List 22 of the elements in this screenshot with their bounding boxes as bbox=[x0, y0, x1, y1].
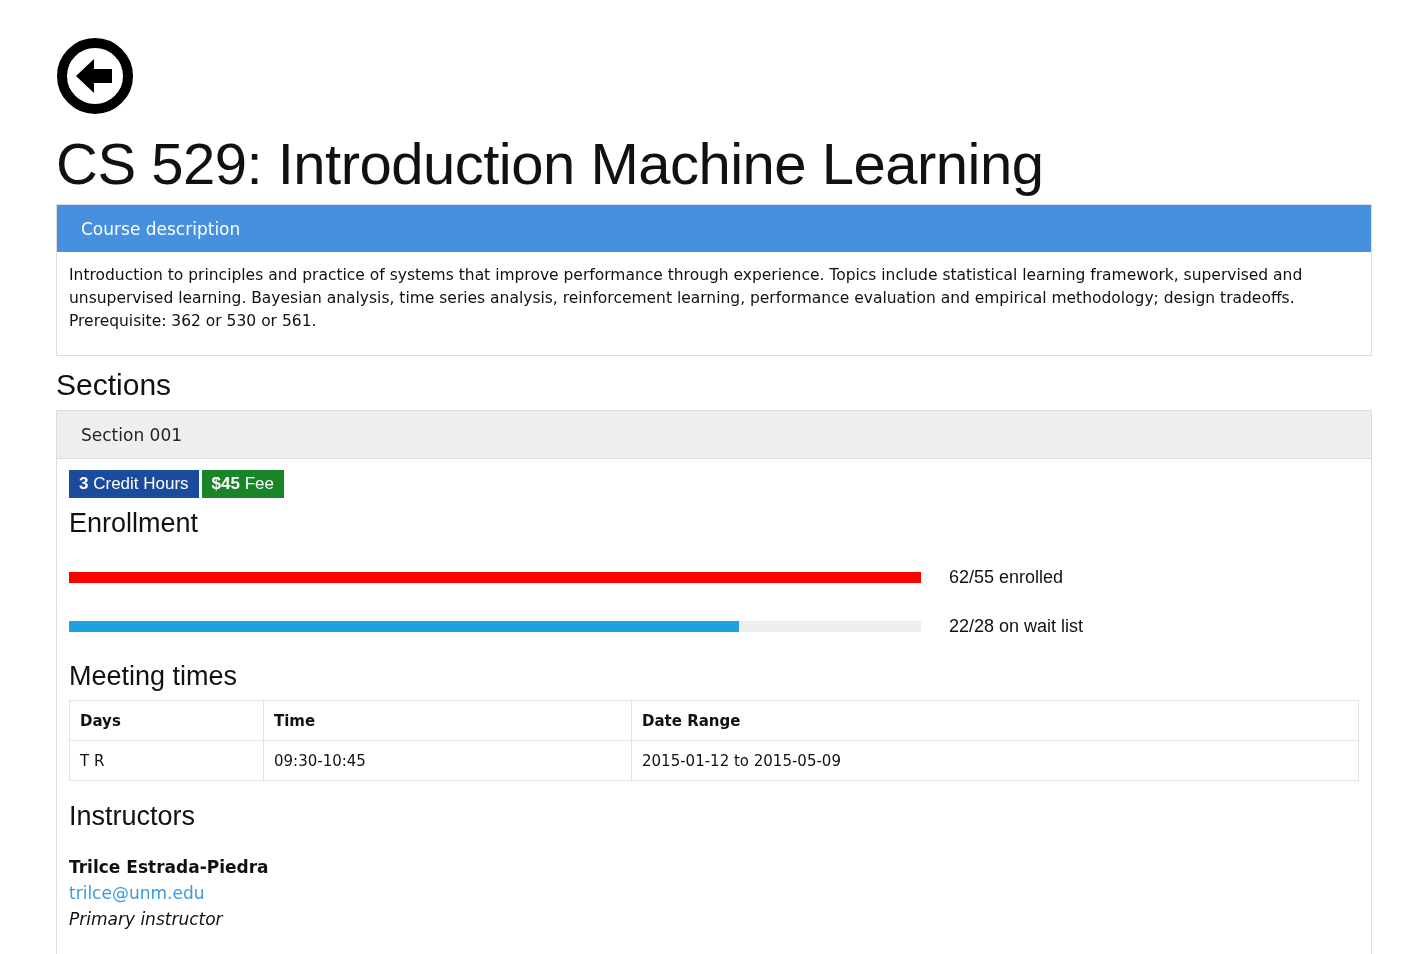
column-header: Days bbox=[69, 700, 264, 741]
badge: 3 Credit Hours bbox=[69, 470, 199, 498]
table-cell: 2015-01-12 to 2015-05-09 bbox=[631, 740, 1359, 781]
table-cell: T R bbox=[69, 740, 264, 781]
column-header: Time bbox=[263, 700, 632, 741]
subheading: Instructors bbox=[69, 801, 197, 832]
panel-heading: Course description bbox=[57, 205, 1371, 252]
progress-reading: 62/55 enrolled bbox=[949, 567, 1064, 588]
subheading: Enrollment bbox=[69, 508, 200, 539]
progress-reading: 22/28 on wait list bbox=[949, 616, 1084, 637]
section-heading: Sections bbox=[56, 368, 173, 402]
column-header: Date Range bbox=[631, 700, 1359, 741]
page-title: CS 529: Introduction Machine Learning bbox=[56, 130, 1045, 198]
email-link[interactable]: trilce@unm.edu bbox=[69, 880, 205, 906]
instructor-name: Trilce Estrada-Piedra bbox=[69, 856, 270, 879]
instructor-role: Primary instructor bbox=[69, 908, 225, 931]
table-cell: 09:30-10:45 bbox=[263, 740, 632, 781]
badge: $45 Fee bbox=[201, 470, 284, 498]
back-icon[interactable] bbox=[56, 38, 134, 114]
description-text: Introduction to principles and practice of systems that improve performance through experience. Topics include statistical learning framework, supervised and unsupervised learning. Bayesian analysis, time series analysis, reinforcement learning, performance evaluation and empirical methodology; design tradeoffs. Prerequisite: 362 or 530 or 561. bbox=[68, 265, 1304, 332]
subheading: Meeting times bbox=[69, 661, 239, 692]
panel-heading: Section 001 bbox=[57, 411, 1371, 459]
